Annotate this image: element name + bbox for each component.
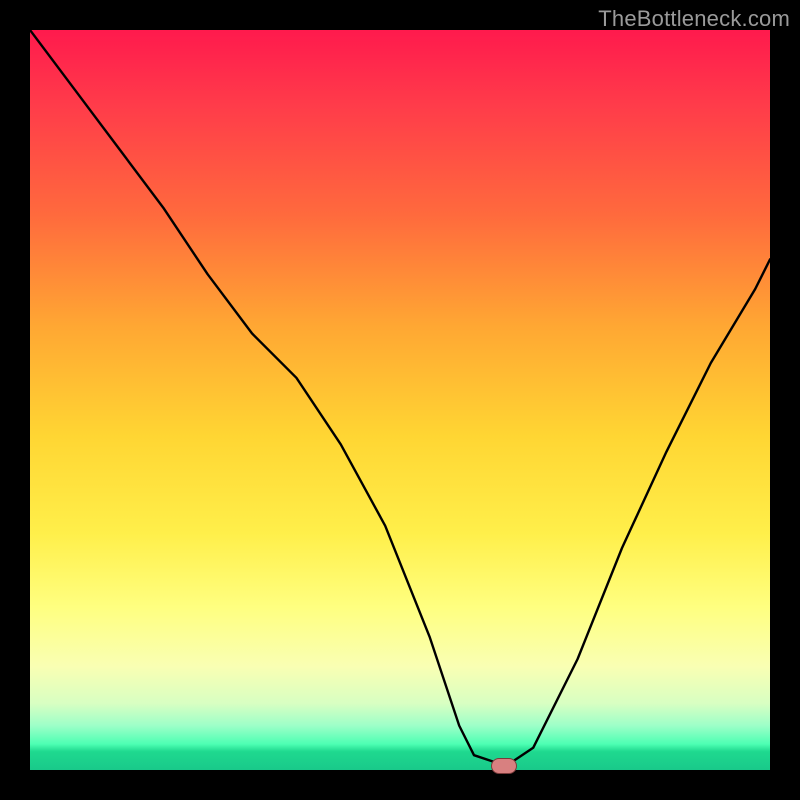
optimal-point-marker [491, 758, 517, 774]
plot-area [30, 30, 770, 770]
watermark-text: TheBottleneck.com [598, 6, 790, 32]
chart-frame: TheBottleneck.com [0, 0, 800, 800]
bottleneck-curve [30, 30, 770, 770]
